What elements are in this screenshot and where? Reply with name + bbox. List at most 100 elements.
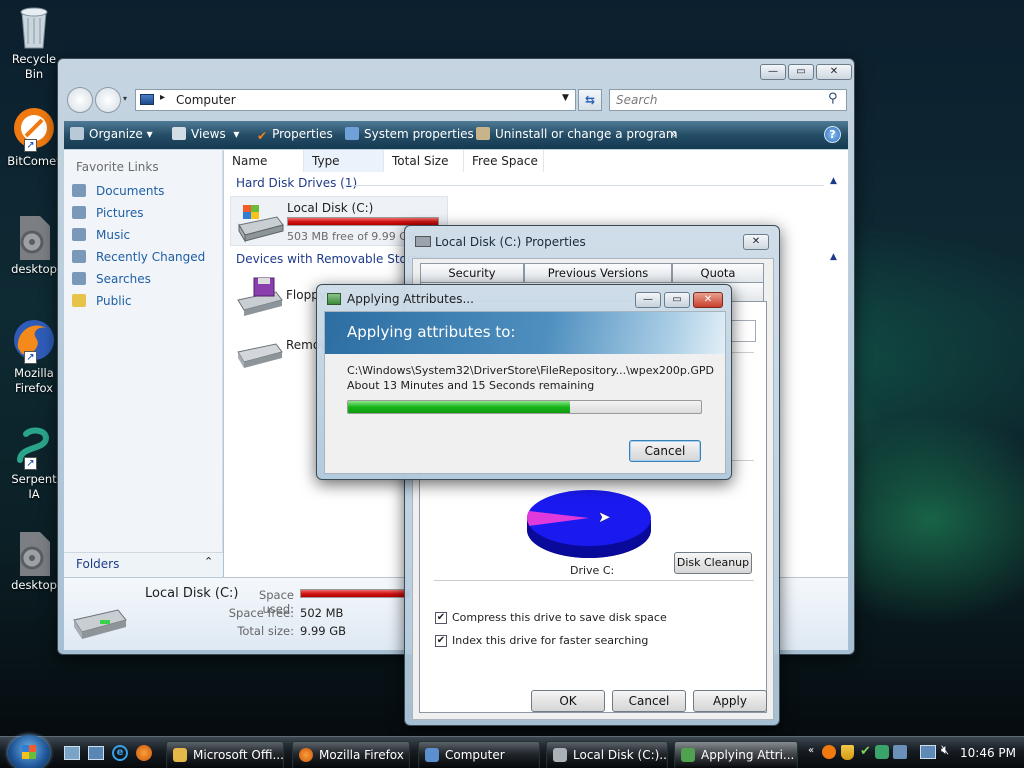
folders-bar[interactable]: Folders ⌃ bbox=[64, 552, 223, 576]
column-type[interactable]: Type bbox=[304, 150, 384, 172]
desktop-icon-desktop-2[interactable]: desktop bbox=[4, 530, 64, 593]
public-folder-icon bbox=[72, 294, 86, 307]
help-icon[interactable]: ? bbox=[824, 126, 841, 143]
checkmark-icon: ✔ bbox=[257, 129, 268, 143]
apply-button[interactable]: Apply bbox=[693, 690, 767, 712]
gear-file-icon bbox=[12, 214, 56, 260]
properties-button[interactable]: ✔ Properties bbox=[257, 127, 333, 143]
search-icon[interactable]: ⚲ bbox=[828, 91, 838, 106]
uninstall-button[interactable]: Uninstall or change a program bbox=[476, 127, 678, 141]
more-commands-button[interactable]: » bbox=[670, 127, 677, 141]
search-box[interactable]: Search ⚲ bbox=[609, 89, 847, 111]
favorite-documents[interactable]: Documents bbox=[72, 184, 164, 198]
applying-cancel-button[interactable]: Cancel bbox=[629, 440, 701, 462]
task-computer[interactable]: Computer bbox=[418, 741, 540, 768]
collapse-group-icon[interactable]: ▲ bbox=[830, 252, 837, 262]
office-folder-icon bbox=[173, 748, 187, 762]
back-button[interactable] bbox=[67, 87, 93, 113]
ok-button[interactable]: OK bbox=[531, 690, 605, 712]
task-mozilla-firefox[interactable]: Mozilla Firefox bbox=[292, 741, 410, 768]
group-hard-disk[interactable]: Hard Disk Drives (1) bbox=[236, 176, 357, 190]
favorite-label: Searches bbox=[96, 272, 151, 286]
navigation-pane: Favorite Links Documents Pictures Music … bbox=[64, 150, 223, 586]
quicklaunch-ie-icon[interactable]: e bbox=[112, 745, 128, 761]
drive-label: Drive C: bbox=[570, 564, 615, 577]
refresh-button[interactable]: ⇆ bbox=[578, 89, 602, 111]
compress-checkbox[interactable]: ✔ bbox=[435, 612, 447, 624]
desktop-icon-firefox[interactable]: ↗ Mozilla Firefox bbox=[4, 318, 64, 396]
tab-security[interactable]: Security bbox=[420, 263, 524, 282]
system-properties-button[interactable]: System properties bbox=[345, 127, 474, 141]
favorite-recently-changed[interactable]: Recently Changed bbox=[72, 250, 205, 264]
organize-icon bbox=[70, 127, 84, 140]
favorite-pictures[interactable]: Pictures bbox=[72, 206, 144, 220]
index-checkbox[interactable]: ✔ bbox=[435, 635, 447, 647]
tab-quota[interactable]: Quota bbox=[672, 263, 764, 282]
tray-shield-icon[interactable] bbox=[841, 745, 854, 760]
tray-display-icon[interactable] bbox=[893, 745, 907, 759]
address-bar[interactable]: ▸ Computer ▼ bbox=[135, 89, 576, 111]
favorite-label: Music bbox=[96, 228, 131, 242]
attributes-icon bbox=[681, 748, 695, 762]
space-free-value: 502 MB bbox=[300, 606, 344, 620]
taskbar: e Microsoft Offi... Mozilla Firefox Comp… bbox=[0, 735, 1024, 768]
gear-file-icon bbox=[12, 530, 56, 576]
quicklaunch-switch-windows-icon[interactable] bbox=[88, 746, 104, 760]
desktop-icon-desktop-1[interactable]: desktop bbox=[4, 214, 64, 277]
tab-previous-versions[interactable]: Previous Versions bbox=[524, 263, 672, 282]
drive-small-icon bbox=[415, 236, 431, 247]
address-dropdown-icon[interactable]: ▼ bbox=[562, 93, 569, 103]
desktop-icon-bitcomet[interactable]: ↗ BitComet bbox=[4, 106, 64, 169]
recent-pages-chevron-icon[interactable]: ▾ bbox=[123, 94, 127, 103]
maximize-button[interactable]: ▭ bbox=[788, 64, 814, 80]
cancel-button[interactable]: Cancel bbox=[612, 690, 686, 712]
applying-minimize-button[interactable]: — bbox=[635, 292, 661, 308]
views-button[interactable]: Views ▾ bbox=[172, 127, 239, 141]
compress-label[interactable]: Compress this drive to save disk space bbox=[452, 611, 667, 624]
total-size-value: 9.99 GB bbox=[300, 624, 347, 638]
task-applying-attributes[interactable]: Applying Attri... bbox=[674, 741, 798, 768]
task-label: Mozilla Firefox bbox=[319, 748, 404, 762]
organize-button[interactable]: Organize ▾ bbox=[70, 127, 153, 141]
views-label: Views bbox=[191, 127, 226, 141]
tray-chevron-icon[interactable]: « bbox=[808, 745, 814, 756]
properties-close-button[interactable]: ✕ bbox=[743, 234, 769, 250]
computer-icon bbox=[140, 94, 154, 105]
uninstall-icon bbox=[476, 127, 490, 140]
quicklaunch-firefox-icon[interactable] bbox=[136, 745, 152, 761]
clock[interactable]: 10:46 PM bbox=[960, 746, 1016, 760]
forward-button[interactable] bbox=[95, 87, 121, 113]
space-free-label: Space free: bbox=[228, 606, 294, 620]
desktop-icon-serpent[interactable]: ↗ Serpent IA bbox=[4, 424, 64, 502]
tray-volume-check-icon[interactable]: ✔ bbox=[860, 744, 871, 759]
favorite-public[interactable]: Public bbox=[72, 294, 132, 308]
removable-drive-icon bbox=[234, 332, 284, 372]
details-title: Local Disk (C:) bbox=[145, 586, 239, 601]
favorite-music[interactable]: Music bbox=[72, 228, 130, 242]
quicklaunch-show-desktop-icon[interactable] bbox=[64, 746, 80, 760]
index-label[interactable]: Index this drive for faster searching bbox=[452, 634, 648, 647]
task-microsoft-office[interactable]: Microsoft Offi... bbox=[166, 741, 284, 768]
collapse-group-icon[interactable]: ▲ bbox=[830, 176, 837, 186]
pictures-icon bbox=[72, 206, 86, 219]
minimize-button[interactable]: — bbox=[760, 64, 786, 80]
desktop-icon-recycle-bin[interactable]: Recycle Bin bbox=[4, 4, 64, 82]
disk-usage-pie bbox=[527, 490, 651, 558]
views-icon bbox=[172, 127, 186, 140]
task-local-disk[interactable]: Local Disk (C:)... bbox=[546, 741, 668, 768]
tray-network-icon[interactable] bbox=[920, 745, 936, 759]
column-free-space[interactable]: Free Space bbox=[464, 150, 544, 172]
column-name[interactable]: Name bbox=[224, 150, 304, 172]
favorite-searches[interactable]: Searches bbox=[72, 272, 151, 286]
applying-maximize-button[interactable]: ▭ bbox=[664, 292, 690, 308]
search-input[interactable]: Search bbox=[616, 93, 658, 107]
applying-body: Applying attributes to: C:\Windows\Syste… bbox=[324, 311, 726, 474]
tray-app-icon[interactable] bbox=[875, 745, 889, 759]
column-total-size[interactable]: Total Size bbox=[384, 150, 464, 172]
applying-close-button[interactable]: ✕ bbox=[693, 292, 723, 308]
tray-bitcomet-icon[interactable] bbox=[822, 745, 836, 759]
disk-cleanup-button[interactable]: Disk Cleanup bbox=[674, 552, 752, 574]
drive-icon bbox=[553, 748, 567, 762]
tray-mute-icon[interactable]: 🔇︎ bbox=[941, 743, 949, 758]
close-button[interactable]: ✕ bbox=[816, 64, 852, 80]
